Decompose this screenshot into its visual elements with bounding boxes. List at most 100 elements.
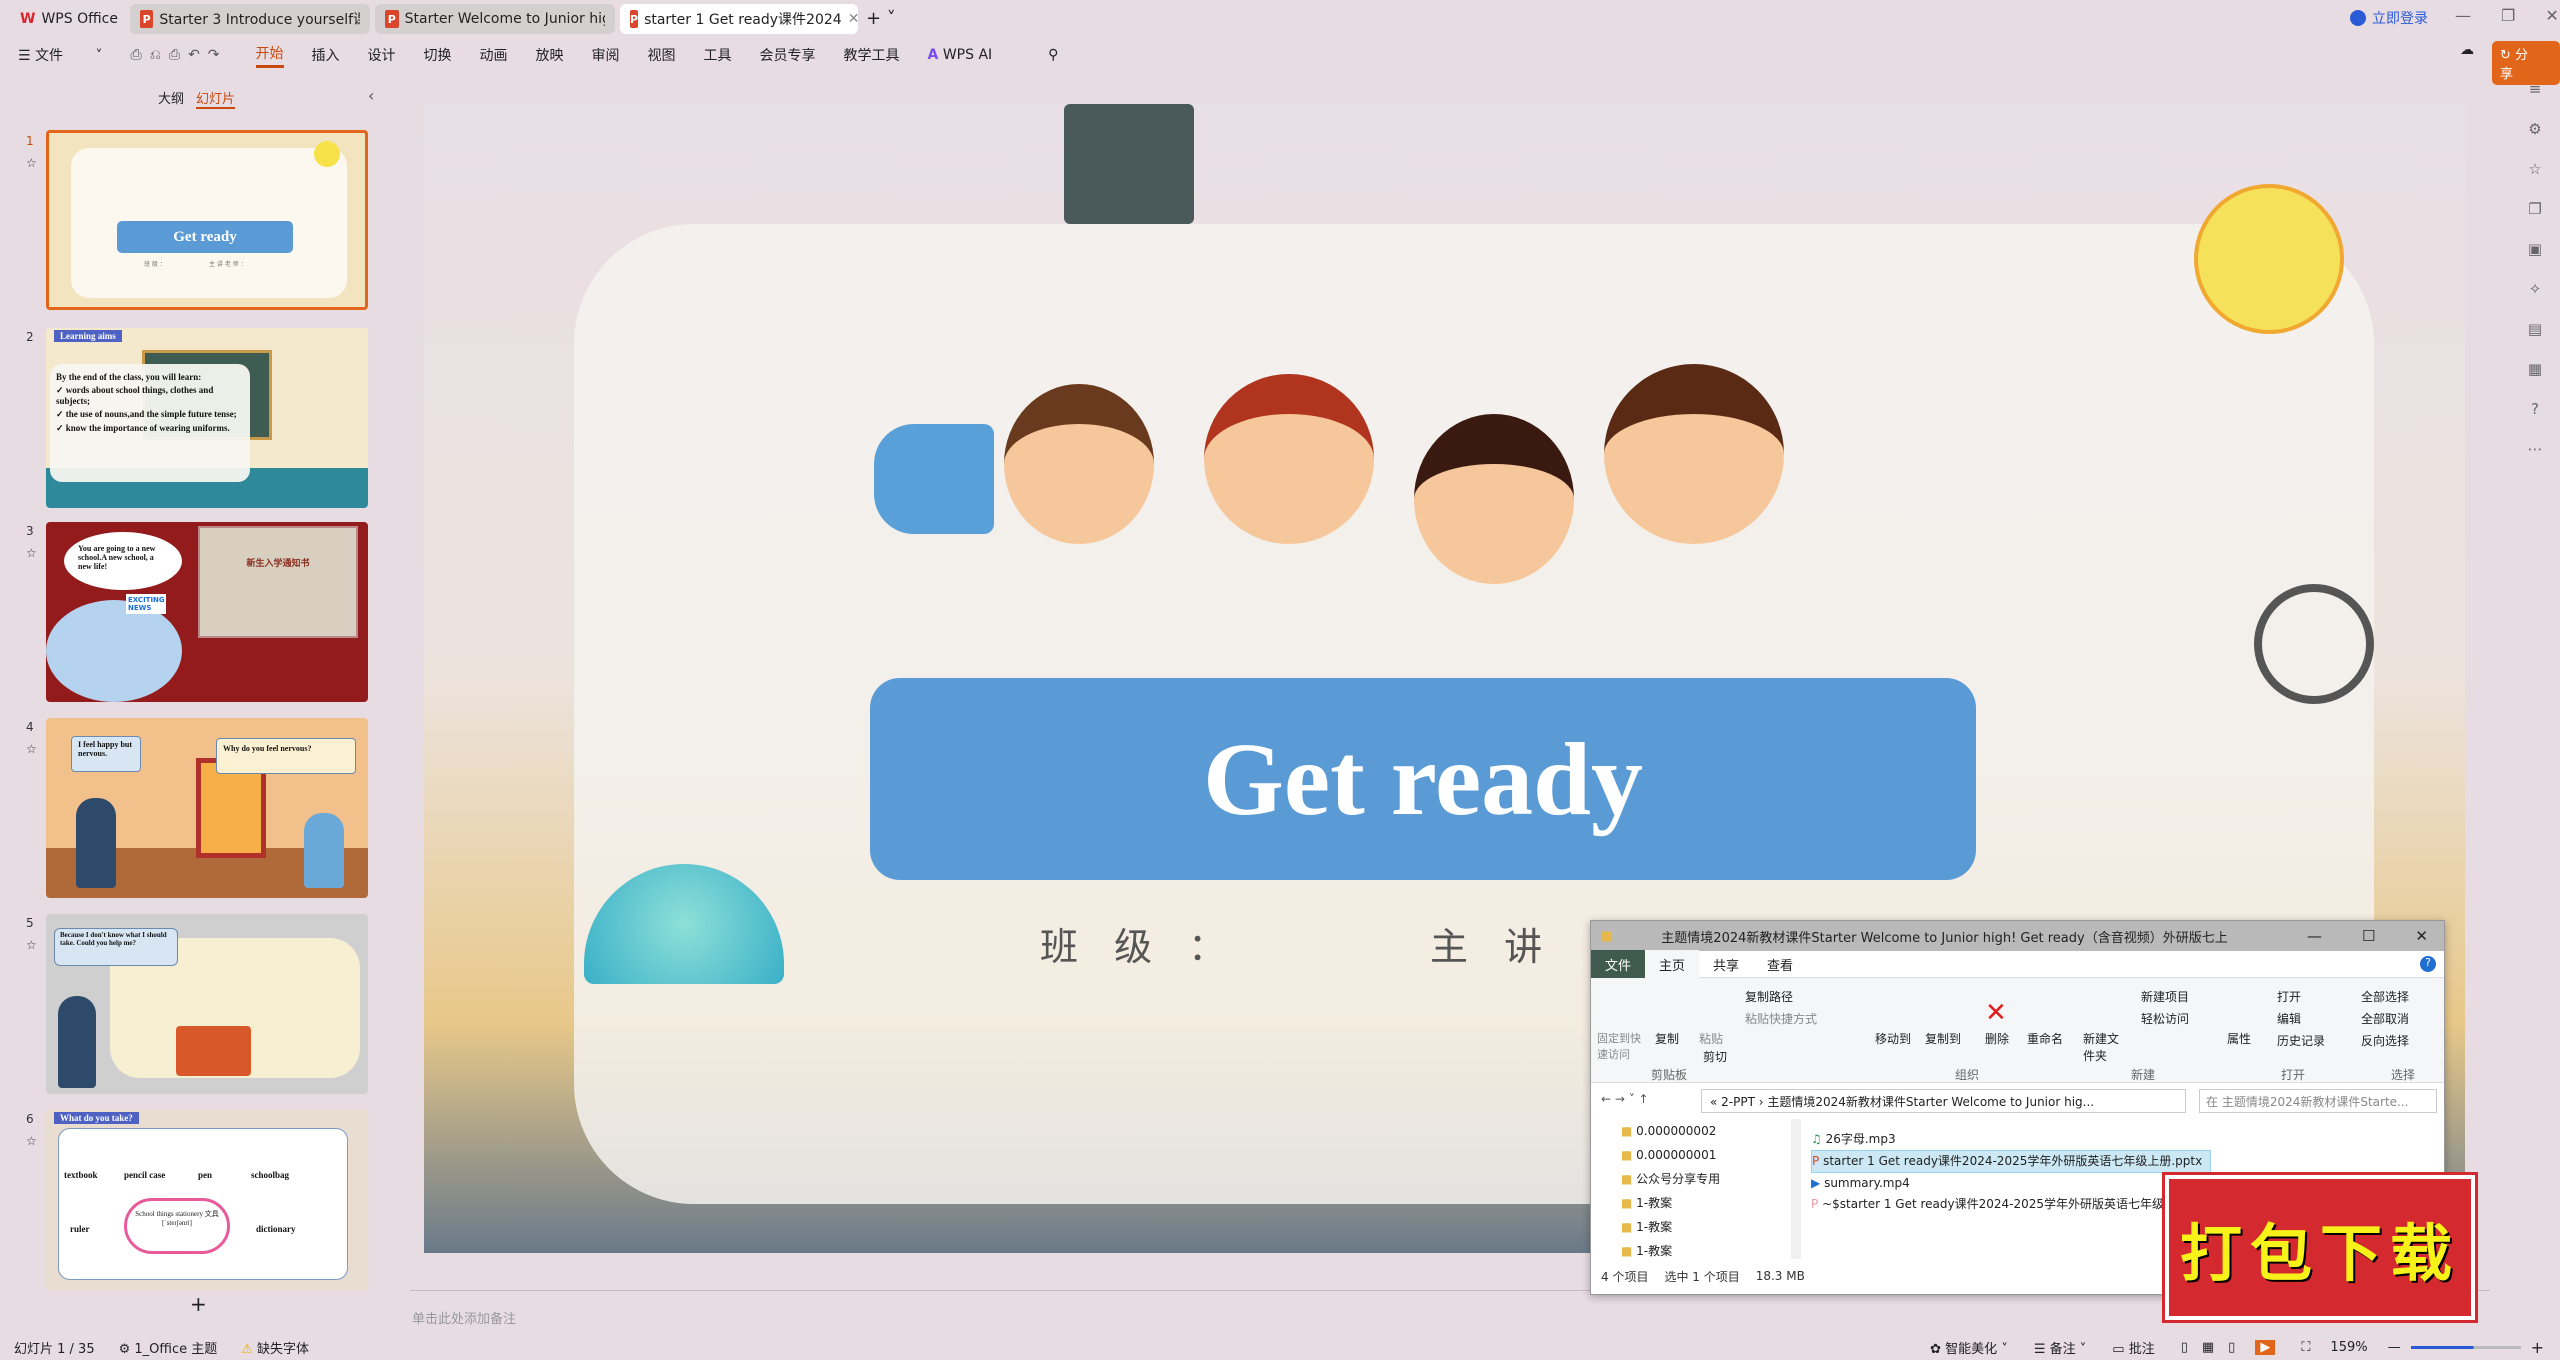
collapse-panel-icon[interactable]: ‹ [368,86,374,105]
cloud-upload-icon[interactable]: ☁ [2460,42,2474,58]
star-icon[interactable]: ☆ [26,742,37,756]
ribbon-tab-share[interactable]: 共享 [1699,950,1753,979]
slides-tab[interactable]: 幻灯片 [196,88,236,109]
close-icon[interactable]: ✕ [2415,927,2428,945]
teacher-label[interactable]: 主 讲 [1430,916,1554,971]
minimize-icon[interactable]: — [2455,6,2471,25]
tab-2[interactable]: P Starter Welcome to Junior high! K [375,4,615,34]
slide-thumb-5[interactable]: Because I don't know what I should take.… [46,914,368,1094]
wps-ai-button[interactable]: A WPS AI [928,47,1021,63]
help-icon[interactable]: ? [2420,956,2436,972]
menu-file[interactable]: ☰ 文件 ˅ [18,45,102,65]
rename-button[interactable]: 重命名 [2027,1030,2063,1047]
maximize-icon[interactable]: ☐ [2362,927,2375,945]
edit-button[interactable]: 编辑 [2277,1010,2301,1027]
tab-tools[interactable]: 工具 [704,45,732,65]
close-icon[interactable]: ✕ [2545,6,2558,25]
missing-font-button[interactable]: ⚠ 缺失字体 [241,1338,309,1357]
slide-thumb-1[interactable]: Get ready 班 级 ： 主 讲 老 师 ： [46,130,368,310]
outline-tab[interactable]: 大纲 [158,88,184,107]
slide-thumb-2[interactable]: Learning aims By the end of the class, y… [46,328,368,508]
tab-view[interactable]: 视图 [648,45,676,65]
address-bar[interactable]: « 2-PPT › 主题情境2024新教材课件Starter Welcome t… [1701,1089,2186,1113]
ribbon-tab-view[interactable]: 查看 [1753,950,1807,979]
tab-teaching[interactable]: 教学工具 [844,45,900,65]
history-button[interactable]: 历史记录 [2277,1032,2325,1049]
class-label[interactable]: 班 级 ： [1040,916,1238,971]
move-to-button[interactable]: 移动到 [1875,1030,1911,1047]
ribbon-tab-home[interactable]: 主页 [1645,949,1700,979]
slide-thumb-6[interactable]: What do you take? textbook pencil case p… [46,1110,368,1290]
add-slide-button[interactable]: + [190,1292,207,1316]
download-stamp[interactable]: 打包下载 [2162,1172,2478,1323]
cut-button[interactable]: 剪切 [1703,1048,1727,1065]
nav-item[interactable]: ■ 1-教案 [1621,1191,1771,1215]
tab-3-active[interactable]: Pstarter 1 Get ready课件2024 ✕ [620,4,860,34]
ribbon-tab-file[interactable]: 文件 [1591,949,1646,979]
search-icon[interactable]: ⚲ [1048,47,1058,63]
login-button[interactable]: 立即登录 [2350,8,2428,28]
select-all-button[interactable]: 全部选择 [2361,988,2409,1005]
star-icon[interactable]: ☆ [2520,160,2550,178]
tab-member[interactable]: 会员专享 [760,45,816,65]
wps-home-tab[interactable]: W WPS Office [10,4,128,34]
share-button[interactable]: ↻ 分享 [2492,41,2560,85]
layout-icon[interactable]: ▦ [2520,360,2550,378]
tab-design[interactable]: 设计 [368,45,396,65]
nav-item[interactable]: ■ 公众号分享专用 [1621,1167,1771,1191]
minimize-icon[interactable]: — [2307,927,2322,945]
theme-button[interactable]: ⚙ 1_Office 主题 [119,1338,218,1357]
star-icon[interactable]: ☆ [26,156,37,170]
nav-item[interactable]: ■ 1-教案 [1621,1239,1771,1263]
slide-thumb-4[interactable]: I feel happy but nervous. Why do you fee… [46,718,368,898]
restore-icon[interactable]: ❐ [2501,6,2515,25]
tab-transition[interactable]: 切换 [424,45,452,65]
nav-item[interactable]: ■ 1-教案 [1621,1215,1771,1239]
delete-button[interactable]: 删除 [1985,1030,2009,1047]
file-item-selected[interactable]: P starter 1 Get ready课件2024-2025学年外研版英语七… [1811,1150,2211,1173]
nav-scrollbar[interactable] [1791,1119,1801,1259]
view-mode-icons[interactable]: ▯▦▯ [2181,1340,2250,1355]
star-icon[interactable]: ☆ [26,1134,37,1148]
select-none-button[interactable]: 全部取消 [2361,1010,2409,1027]
image-icon[interactable]: ▣ [2520,240,2550,258]
help-icon[interactable]: ? [2520,400,2550,418]
zoom-out-icon[interactable]: — [2388,1340,2401,1355]
tab-animation[interactable]: 动画 [480,45,508,65]
zoom-slider[interactable] [2410,1345,2521,1349]
copy-path-button[interactable]: 复制路径 [1745,988,1793,1005]
fit-icon[interactable]: ⛶ [2301,1340,2310,1355]
star-icon[interactable]: ☆ [26,546,37,560]
slide-thumb-3[interactable]: You are going to a new school.A new scho… [46,522,368,702]
tab-start[interactable]: 开始 [255,43,284,68]
open-button[interactable]: 打开 [2277,988,2301,1005]
zoom-level[interactable]: 159% [2330,1340,2367,1355]
back-forward-icons[interactable]: ← → ˅ ↑ [1601,1092,1649,1106]
file-item[interactable]: ♫ 26字母.mp3 [1811,1129,2431,1150]
copy-button[interactable]: 复制 [1655,1030,1679,1047]
close-tab-icon[interactable]: ✕ [848,11,860,27]
new-folder-button[interactable]: 新建文件夹 [2083,1030,2123,1064]
search-input[interactable]: 在 主题情境2024新教材课件Starte... [2199,1089,2437,1113]
copy-to-button[interactable]: 复制到 [1925,1030,1961,1047]
adjust-icon[interactable]: ⚙ [2520,120,2550,138]
paste-shortcut-button[interactable]: 粘贴快捷方式 [1745,1010,1817,1027]
magic-icon[interactable]: ✧ [2520,280,2550,298]
play-button[interactable]: ▶ [2255,1339,2276,1355]
nav-item[interactable]: ■ 0.000000001 [1621,1143,1771,1167]
book-icon[interactable]: ▤ [2520,320,2550,338]
pin-button[interactable]: 固定到快速访问 [1597,1030,1645,1062]
tab-insert[interactable]: 插入 [312,45,340,65]
star-icon[interactable]: ☆ [26,938,37,952]
invert-selection-button[interactable]: 反向选择 [2361,1032,2409,1049]
quick-access-icons[interactable]: ⎙⎌⎙↶↷ [130,47,227,63]
notes-input[interactable]: 单击此处添加备注 [412,1308,516,1327]
zoom-in-icon[interactable]: + [2531,1338,2544,1357]
more-icon[interactable]: ⋯ [2520,440,2550,458]
nav-item[interactable]: ■ 0.000000002 [1621,1119,1771,1143]
settings-icon[interactable]: ≡ [2520,80,2550,98]
new-tab-icon[interactable]: + ˅ [866,8,896,29]
paste-button[interactable]: 粘贴 [1699,1030,1723,1047]
tab-slideshow[interactable]: 放映 [536,45,564,65]
beautify-button[interactable]: ✿ 智能美化 ˅ [1930,1338,2008,1357]
